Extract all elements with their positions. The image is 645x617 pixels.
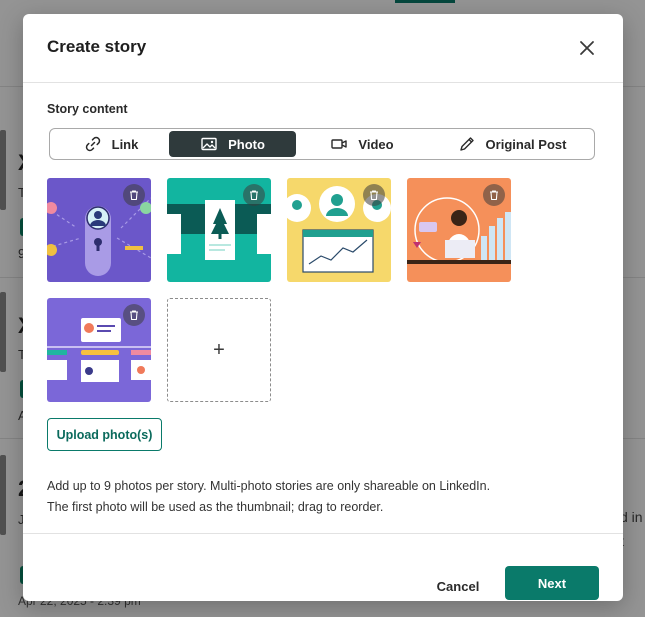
photo-tile-5[interactable] (47, 298, 151, 402)
upload-photos-button[interactable]: Upload photo(s) (47, 418, 162, 451)
dialog-footer: Cancel Next (23, 533, 623, 602)
delete-photo-2-button[interactable] (243, 184, 265, 206)
photo-tile-1[interactable] (47, 178, 151, 282)
section-label: Story content (47, 102, 128, 116)
trash-icon (130, 310, 138, 321)
tab-photo-label: Photo (228, 136, 265, 152)
help-text-line-1: Add up to 9 photos per story. Multi-phot… (47, 479, 491, 493)
trash-icon (250, 190, 258, 201)
tab-original-post-label: Original Post (485, 136, 567, 152)
photo-tile-4[interactable] (407, 178, 511, 282)
close-button[interactable] (577, 38, 597, 58)
delete-photo-3-button[interactable] (363, 184, 385, 206)
plus-icon: + (213, 338, 225, 361)
tab-link[interactable]: Link (54, 131, 168, 157)
tab-link-label: Link (111, 136, 139, 152)
cancel-button[interactable]: Cancel (423, 572, 493, 600)
add-photo-tile[interactable]: + (167, 298, 271, 402)
video-icon (331, 139, 348, 149)
dialog-title: Create story (47, 37, 147, 56)
tab-photo[interactable]: Photo (169, 131, 296, 157)
create-story-dialog: Create story Story content Link Photo Vi… (23, 14, 623, 601)
close-icon (580, 41, 594, 55)
delete-photo-4-button[interactable] (483, 184, 505, 206)
next-button[interactable]: Next (505, 566, 599, 600)
image-icon (201, 137, 217, 151)
tab-video-label: Video (358, 136, 394, 152)
help-text-line-2: The first photo will be used as the thum… (47, 500, 384, 514)
dialog-header: Create story (23, 14, 623, 83)
photo-tile-3[interactable] (287, 178, 391, 282)
content-type-tabs: Link Photo Video Original Post (49, 128, 595, 160)
photo-tile-2[interactable] (167, 178, 271, 282)
trash-icon (370, 190, 378, 201)
trash-icon (490, 190, 498, 201)
link-icon (85, 136, 100, 152)
delete-photo-1-button[interactable] (123, 184, 145, 206)
trash-icon (130, 190, 138, 201)
tab-original-post[interactable]: Original Post (442, 131, 582, 157)
pen-icon (459, 137, 474, 151)
delete-photo-5-button[interactable] (123, 304, 145, 326)
tab-video[interactable]: Video (300, 131, 424, 157)
